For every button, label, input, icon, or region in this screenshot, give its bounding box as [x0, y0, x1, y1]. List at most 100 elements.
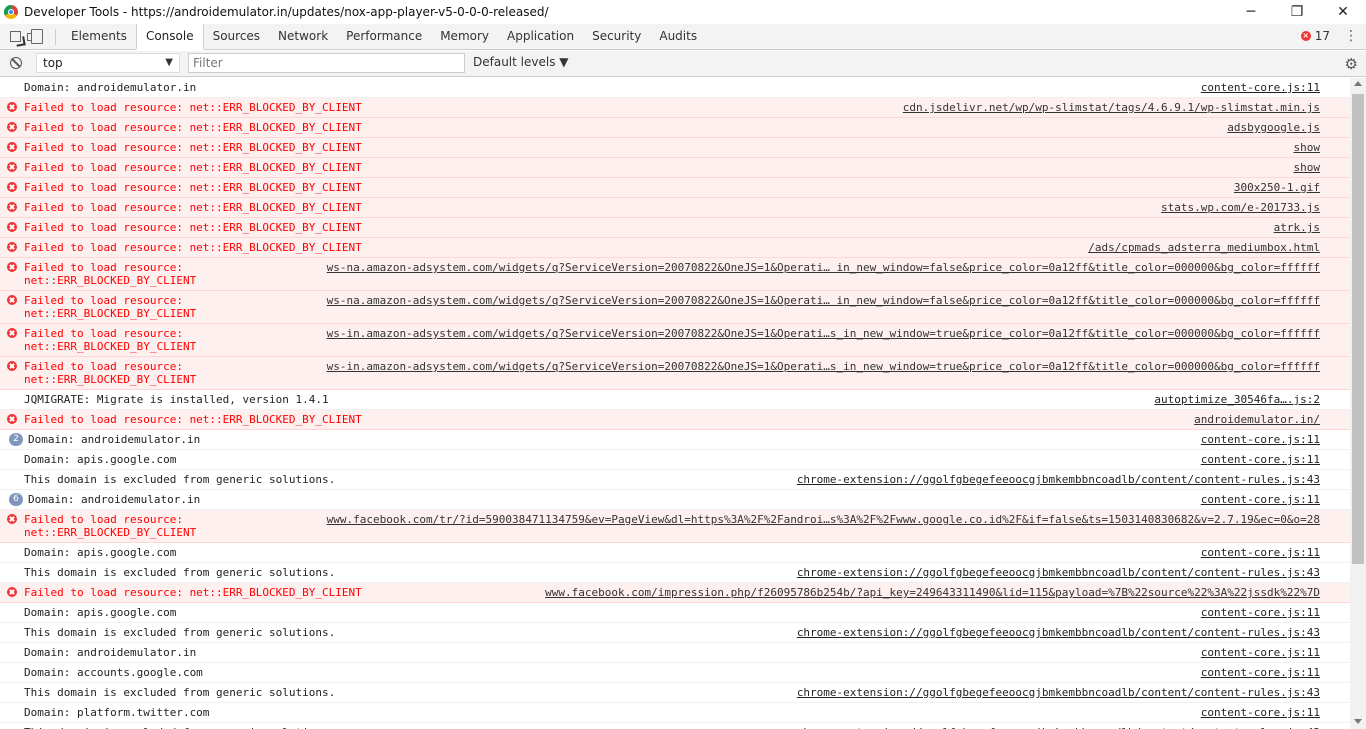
console-log-row: Domain: androidemulator.in content-core.j… — [0, 643, 1350, 663]
close-button[interactable]: ✕ — [1320, 0, 1366, 24]
tab-console[interactable]: Console — [135, 23, 204, 50]
source-link[interactable]: 300x250-1.gif — [1234, 181, 1320, 194]
source-link[interactable]: content-core.js:11 — [1201, 433, 1320, 446]
tab-application[interactable]: Application — [498, 24, 583, 50]
source-link[interactable]: content-core.js:11 — [1201, 606, 1320, 619]
restore-button[interactable]: ❐ — [1274, 0, 1320, 24]
tab-security[interactable]: Security — [583, 24, 650, 50]
console-log-row: This domain is excluded from generic sol… — [0, 563, 1350, 583]
minimize-button[interactable]: ─ — [1228, 0, 1274, 24]
source-link[interactable]: content-core.js:11 — [1201, 646, 1320, 659]
filter-input[interactable] — [188, 53, 465, 73]
error-circle-icon — [7, 328, 17, 338]
source-link[interactable]: content-core.js:11 — [1201, 453, 1320, 466]
context-selector[interactable]: top ▼ — [36, 53, 180, 73]
source-link[interactable]: content-core.js:11 — [1201, 706, 1320, 719]
message-text: This domain is excluded from generic sol… — [24, 626, 336, 639]
tab-list: Elements Console Sources Network Performance… — [62, 23, 706, 50]
error-circle-icon — [7, 142, 17, 152]
error-circle-icon — [7, 102, 17, 112]
tab-performance[interactable]: Performance — [337, 24, 431, 50]
source-link[interactable]: androidemulator.in/ — [1194, 413, 1320, 426]
source-link[interactable]: chrome-extension://ggolfgbegefeeoocgjbmk… — [797, 473, 1320, 486]
error-circle-icon — [7, 414, 17, 424]
window-titlebar: Developer Tools - https://androidemulato… — [0, 0, 1366, 24]
console-error-row: Failed to load resource: net::ERR_BLOCKE… — [0, 238, 1350, 258]
source-link[interactable]: ws-na.amazon-adsystem.com/widgets/q?Serv… — [327, 294, 1320, 307]
console-error-row: Failed to load resource: net::ERR_BLOCKE… — [0, 98, 1350, 118]
console-error-row: Failed to load resource: net::ERR_BLOCKE… — [0, 158, 1350, 178]
console-log-row: Domain: accounts.google.com content-core.… — [0, 663, 1350, 683]
message-text: Domain: androidemulator.in — [24, 646, 197, 659]
device-toolbar-icon[interactable] — [27, 29, 43, 44]
console-error-row: Failed to load resource: net::ERR_BLOCKE… — [0, 178, 1350, 198]
error-icon: × — [1300, 31, 1311, 41]
scroll-thumb[interactable] — [1352, 94, 1364, 564]
clear-console-icon[interactable] — [10, 57, 22, 69]
error-circle-icon — [7, 242, 17, 252]
message-text: Domain: androidemulator.in — [28, 433, 201, 446]
source-link[interactable]: ws-in.amazon-adsystem.com/widgets/q?Serv… — [327, 327, 1320, 340]
source-link[interactable]: ws-in.amazon-adsystem.com/widgets/q?Serv… — [327, 360, 1320, 373]
error-circle-icon — [7, 182, 17, 192]
console-toolbar: top ▼ Default levels ▼ ⚙ — [0, 51, 1366, 77]
more-options-icon[interactable]: ⋮ — [1344, 28, 1358, 44]
source-link[interactable]: adsbygoogle.js — [1227, 121, 1320, 134]
console-log-row: Domain: androidemulator.in content-core.j… — [0, 78, 1350, 98]
message-text: Failed to load resource: net::ERR_BLOCKE… — [24, 241, 362, 254]
inspect-element-icon[interactable] — [10, 31, 21, 42]
log-levels-dropdown[interactable]: Default levels ▼ — [473, 55, 569, 69]
tab-memory[interactable]: Memory — [431, 24, 498, 50]
console-error-row: Failed to load resource: net::ERR_BLOCKE… — [0, 198, 1350, 218]
dropdown-arrow-icon: ▼ — [165, 57, 173, 68]
gear-icon[interactable]: ⚙ — [1345, 55, 1358, 73]
message-text: This domain is excluded from generic sol… — [24, 473, 336, 486]
source-link[interactable]: chrome-extension://ggolfgbegefeeoocgjbmk… — [797, 626, 1320, 639]
error-circle-icon — [7, 122, 17, 132]
console-log-row: Domain: apis.google.com content-core.js:1… — [0, 543, 1350, 563]
source-link[interactable]: www.facebook.com/tr/?id=590038471134759&… — [327, 513, 1320, 526]
source-link[interactable]: cdn.jsdelivr.net/wp/wp-slimstat/tags/4.6… — [903, 101, 1320, 114]
source-link[interactable]: chrome-extension://ggolfgbegefeeoocgjbmk… — [797, 566, 1320, 579]
message-text: Domain: accounts.google.com — [24, 666, 203, 679]
console-error-row: Failed to load resource: net::ERR_BLOCKE… — [0, 357, 1350, 390]
source-link[interactable]: chrome-extension://ggolfgbegefeeoocgjbmk… — [797, 686, 1320, 699]
source-link[interactable]: content-core.js:11 — [1201, 493, 1320, 506]
source-link[interactable]: show — [1294, 141, 1321, 154]
console-error-row: Failed to load resource: net::ERR_BLOCKE… — [0, 324, 1350, 357]
source-link[interactable]: atrk.js — [1274, 221, 1320, 234]
source-link[interactable]: content-core.js:11 — [1201, 81, 1320, 94]
scroll-down-icon[interactable] — [1354, 719, 1362, 724]
message-text: JQMIGRATE: Migrate is installed, version… — [24, 393, 329, 406]
message-text: Failed to load resource: net::ERR_BLOCKE… — [24, 413, 362, 426]
source-link[interactable]: /ads/cpmads_adsterra_mediumbox.html — [1088, 241, 1320, 254]
source-link[interactable]: show — [1294, 161, 1321, 174]
console-log-row: Domain: apis.google.com content-core.js:1… — [0, 450, 1350, 470]
tab-elements[interactable]: Elements — [62, 24, 136, 50]
tab-audits[interactable]: Audits — [650, 24, 706, 50]
message-text: Domain: androidemulator.in — [24, 81, 197, 94]
message-text: Failed to load resource: net::ERR_BLOCKE… — [24, 360, 197, 386]
message-text: Domain: apis.google.com — [24, 546, 177, 559]
message-text: Domain: androidemulator.in — [28, 493, 201, 506]
message-text: Failed to load resource: net::ERR_BLOCKE… — [24, 121, 362, 134]
source-link[interactable]: ws-na.amazon-adsystem.com/widgets/q?Serv… — [327, 261, 1320, 274]
source-link[interactable]: stats.wp.com/e-201733.js — [1161, 201, 1320, 214]
source-link[interactable]: www.facebook.com/impression.php/f2609578… — [545, 586, 1320, 599]
console-scrollbar[interactable] — [1350, 78, 1366, 729]
tab-network[interactable]: Network — [269, 24, 337, 50]
console-log-row: JQMIGRATE: Migrate is installed, version… — [0, 390, 1350, 410]
console-log-row: This domain is excluded from generic sol… — [0, 623, 1350, 643]
error-counter[interactable]: × 17 — [1300, 29, 1330, 43]
tab-sources[interactable]: Sources — [204, 24, 269, 50]
message-text: Failed to load resource: net::ERR_BLOCKE… — [24, 327, 197, 353]
scroll-up-icon[interactable] — [1354, 81, 1362, 86]
console-log-row: This domain is excluded from generic sol… — [0, 470, 1350, 490]
chrome-logo-icon — [4, 5, 18, 19]
source-link[interactable]: content-core.js:11 — [1201, 546, 1320, 559]
message-text: Failed to load resource: net::ERR_BLOCKE… — [24, 221, 362, 234]
console-log-row: This domain is excluded from generic sol… — [0, 723, 1350, 729]
source-link[interactable]: content-core.js:11 — [1201, 666, 1320, 679]
message-text: Failed to load resource: net::ERR_BLOCKE… — [24, 261, 197, 287]
source-link[interactable]: autoptimize_30546fa….js:2 — [1154, 393, 1320, 406]
